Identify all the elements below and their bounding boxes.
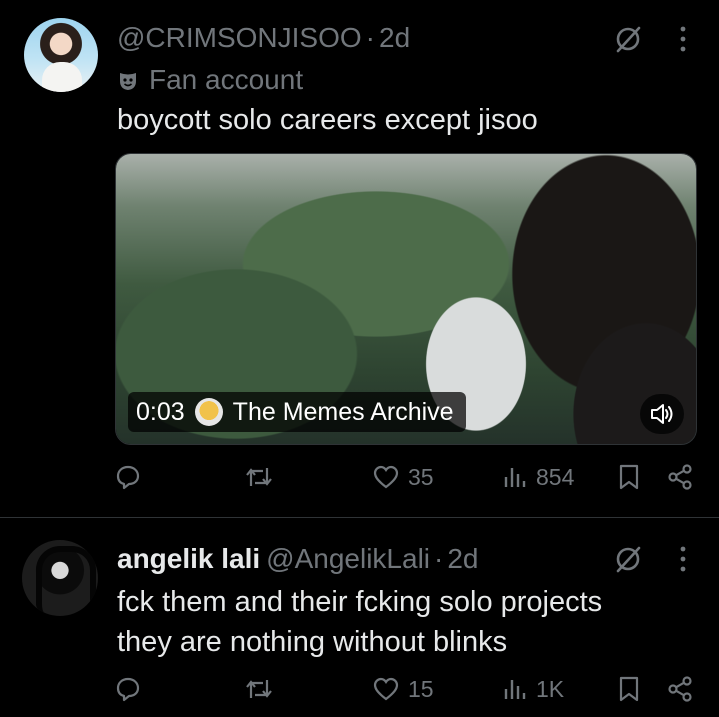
display-name[interactable]: angelik lali <box>117 543 260 574</box>
views-icon <box>504 680 526 699</box>
mask-icon <box>120 73 136 90</box>
video-player[interactable]: 0:03 The Memes Archive <box>115 153 697 445</box>
view-count: 1K <box>536 675 565 702</box>
video-time: 0:03 <box>136 397 185 426</box>
account-label-text: Fan account <box>149 64 304 95</box>
heart-icon <box>373 465 399 489</box>
reply-icon <box>116 677 140 702</box>
source-avatar <box>194 398 223 426</box>
timestamp[interactable]: 2d <box>379 22 410 53</box>
video-info: 0:03 The Memes Archive <box>128 392 466 432</box>
timestamp[interactable]: 2d <box>447 543 478 574</box>
separator-dot: · <box>434 543 444 574</box>
like-button[interactable]: 35 <box>372 463 434 491</box>
bookmark-icon <box>619 464 639 490</box>
tweet[interactable]: @CRIMSONJISOO · 2d Fan account boycott sol… <box>0 0 719 518</box>
reply-icon <box>116 465 140 490</box>
tweet-text: boycott solo careers except jisoo <box>117 104 538 136</box>
action-bar: 35 854 <box>0 463 719 503</box>
repost-button[interactable] <box>244 675 282 703</box>
like-count: 35 <box>408 463 434 490</box>
user-handle[interactable]: @AngelikLali <box>266 543 430 574</box>
share-icon <box>668 464 692 490</box>
more-icon[interactable] <box>678 545 688 573</box>
tweet-header: @CRIMSONJISOO · 2d <box>117 22 410 54</box>
user-handle[interactable]: @CRIMSONJISOO <box>117 22 362 53</box>
heart-icon <box>373 677 399 701</box>
tweet-header: angelik lali @AngelikLali · 2d <box>117 543 479 575</box>
tweet-text: fck them and their fcking solo projects … <box>117 582 677 662</box>
separator-dot: · <box>365 22 375 53</box>
views-button[interactable]: 854 <box>502 463 574 491</box>
grok-icon[interactable] <box>613 544 643 574</box>
volume-button[interactable] <box>640 394 684 434</box>
bookmark-icon <box>619 676 639 702</box>
repost-icon <box>246 680 272 698</box>
like-count: 15 <box>408 675 434 702</box>
grok-icon[interactable] <box>613 24 643 54</box>
volume-icon <box>651 404 673 424</box>
views-icon <box>504 468 526 487</box>
avatar[interactable] <box>24 18 98 92</box>
share-icon <box>668 676 692 702</box>
bookmark-button[interactable] <box>617 675 641 703</box>
like-button[interactable]: 15 <box>372 675 434 703</box>
action-bar: 15 1K <box>0 675 719 715</box>
avatar[interactable] <box>22 540 98 616</box>
view-count: 854 <box>536 463 575 490</box>
account-label: Fan account <box>117 64 303 96</box>
tweet-text-line: they are nothing without blinks <box>117 626 508 658</box>
more-icon[interactable] <box>678 25 688 53</box>
repost-icon <box>246 468 272 486</box>
reply-button[interactable] <box>114 463 150 491</box>
reply-button[interactable] <box>114 675 150 703</box>
share-button[interactable] <box>666 675 694 703</box>
bookmark-button[interactable] <box>617 463 641 491</box>
repost-button[interactable] <box>244 463 282 491</box>
share-button[interactable] <box>666 463 694 491</box>
views-button[interactable]: 1K <box>502 675 564 703</box>
tweet-text-line: fck them and their fcking solo projects <box>117 586 603 618</box>
video-source[interactable]: The Memes Archive <box>233 398 454 427</box>
